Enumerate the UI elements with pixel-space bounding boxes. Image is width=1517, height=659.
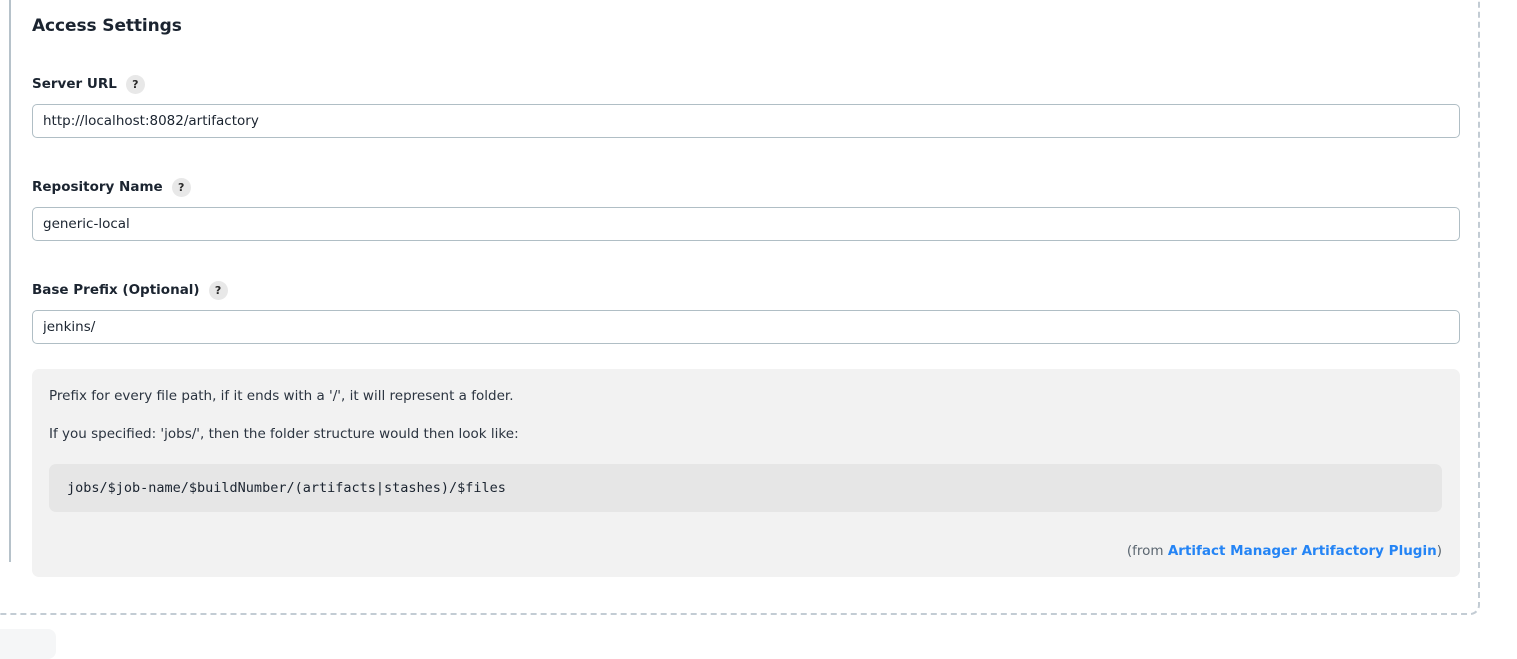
folder-structure-code-example: jobs/$job-name/$buildNumber/(artifacts|s… [49, 464, 1442, 512]
field-base-prefix: Base Prefix (Optional) ? [32, 241, 1460, 344]
field-label-server-url: Server URL [32, 76, 117, 92]
help-paragraph-prefix-description: Prefix for every file path, if it ends w… [49, 388, 514, 404]
field-server-url: Server URL ? [32, 36, 1460, 138]
artifact-manager-artifactory-plugin-link[interactable]: Artifact Manager Artifactory Plugin [1168, 543, 1437, 559]
field-label-base-prefix: Base Prefix (Optional) [32, 282, 200, 298]
base-prefix-help-panel: Prefix for every file path, if it ends w… [32, 369, 1460, 577]
help-panel-attribution: (from Artifact Manager Artifactory Plugi… [49, 542, 1442, 560]
base-prefix-input[interactable] [32, 310, 1460, 344]
field-label-row-server-url: Server URL ? [32, 74, 1460, 94]
access-settings-section: Access Settings Server URL ? Repository … [32, 0, 1460, 577]
question-mark-icon[interactable]: ? [125, 74, 145, 94]
section-title: Access Settings [32, 16, 182, 36]
question-mark-icon[interactable]: ? [171, 177, 191, 197]
repository-name-input[interactable] [32, 207, 1460, 241]
attribution-prefix: (from [1126, 543, 1168, 559]
bottom-partial-chip [0, 629, 56, 659]
attribution-suffix: ) [1436, 543, 1442, 559]
question-mark-icon[interactable]: ? [208, 280, 228, 300]
field-label-repository-name: Repository Name [32, 179, 163, 195]
section-left-rule [9, 0, 11, 562]
field-label-row-base-prefix: Base Prefix (Optional) ? [32, 280, 1460, 300]
server-url-input[interactable] [32, 104, 1460, 138]
help-paragraph-example-intro: If you specified: 'jobs/', then the fold… [49, 426, 519, 442]
field-label-row-repository-name: Repository Name ? [32, 177, 1460, 197]
field-repository-name: Repository Name ? [32, 138, 1460, 241]
